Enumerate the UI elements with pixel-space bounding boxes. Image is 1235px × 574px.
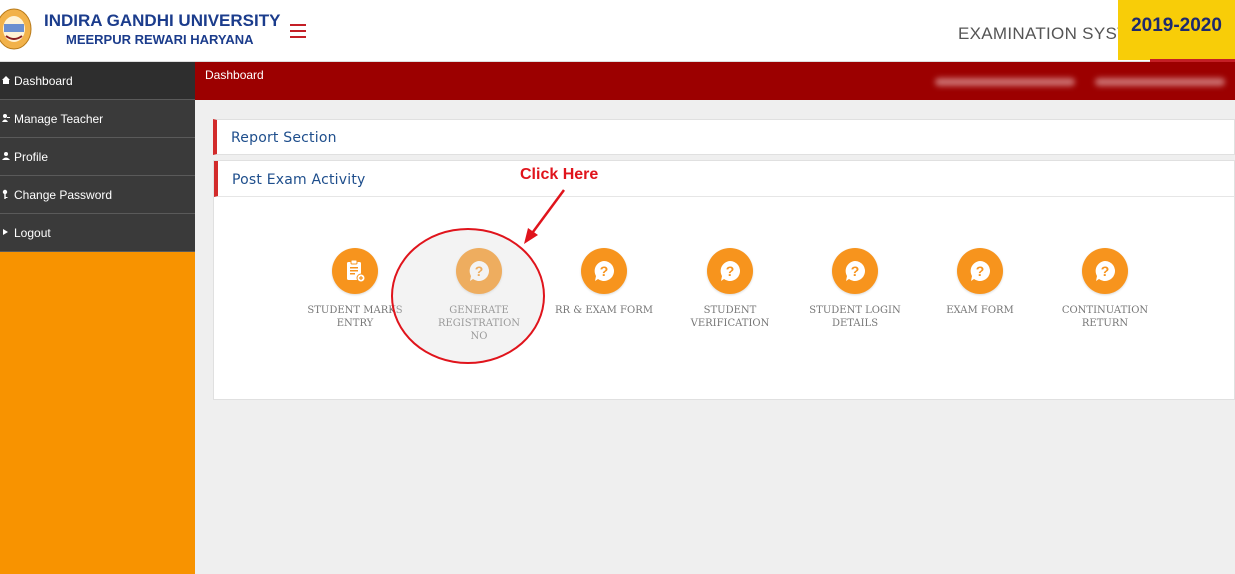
sidebar-menu: Dashboard Manage Teacher Profile Change … [0, 62, 195, 252]
post-exam-title: Post Exam Activity [232, 172, 366, 188]
sidebar-item-profile[interactable]: Profile [0, 138, 195, 176]
question-bubble-icon: ? [707, 248, 753, 294]
tile-label: EXAM FORM [946, 305, 1014, 316]
university-name: INDIRA GANDHI UNIVERSITY [44, 11, 281, 30]
tile-student-marks-entry[interactable]: STUDENT MARKS ENTRY [305, 248, 405, 330]
tile-label: STUDENT LOGIN DETAILS [809, 305, 901, 329]
main-content: Report Section Post Exam Activity STUDEN… [195, 100, 1235, 574]
sidebar-item-label: Manage Teacher [14, 111, 104, 126]
svg-text:?: ? [1101, 263, 1110, 279]
sidebar-item-dashboard[interactable]: Dashboard [0, 62, 195, 100]
sidebar: Dashboard Manage Teacher Profile Change … [0, 62, 195, 574]
system-title: EXAMINATION SYSTEM [958, 24, 1118, 43]
annotation-arrow-icon [520, 186, 570, 246]
report-section[interactable]: Report Section [213, 119, 1235, 155]
sidebar-item-logout[interactable]: Logout [0, 214, 195, 252]
svg-text:?: ? [976, 263, 985, 279]
tile-continuation-return[interactable]: ? CONTINUATION RETURN [1055, 248, 1155, 330]
clipboard-icon [332, 248, 378, 294]
tile-exam-form[interactable]: ? EXAM FORM [930, 248, 1030, 317]
sidebar-item-change-password[interactable]: Change Password [0, 176, 195, 214]
tile-label: CONTINUATION RETURN [1061, 305, 1149, 329]
breadcrumb: Dashboard [205, 68, 264, 82]
tile-label: STUDENT MARKS ENTRY [307, 305, 403, 329]
tile-rr-exam-form[interactable]: ? RR & EXAM FORM [554, 248, 654, 317]
sidebar-item-label: Profile [14, 149, 49, 164]
sidebar-item-label: Dashboard [14, 73, 73, 88]
annotation-highlight-circle [391, 228, 545, 364]
svg-text:?: ? [851, 263, 860, 279]
session-badge: 2019-2020 [1118, 0, 1235, 60]
topbar: Dashboard [195, 62, 1235, 100]
post-exam-panel: Post Exam Activity STUDENT MARKS ENTRY ?… [213, 160, 1235, 400]
svg-text:?: ? [600, 263, 609, 279]
menu-toggle-icon[interactable] [290, 24, 306, 38]
user-icon [2, 151, 10, 161]
tile-label: RR & EXAM FORM [555, 305, 653, 316]
tile-student-verification[interactable]: ? STUDENT VERIFICATION [680, 248, 780, 330]
question-bubble-icon: ? [1082, 248, 1128, 294]
tile-label: STUDENT VERIFICATION [690, 305, 770, 329]
users-icon [2, 113, 10, 123]
question-bubble-icon: ? [832, 248, 878, 294]
post-exam-header[interactable]: Post Exam Activity [214, 161, 1234, 197]
logout-icon [2, 227, 10, 237]
svg-text:?: ? [726, 263, 735, 279]
home-icon [2, 75, 10, 85]
report-section-title: Report Section [231, 130, 337, 146]
page: INDIRA GANDHI UNIVERSITY MEERPUR REWARI … [0, 0, 1235, 574]
annotation-label: Click Here [520, 166, 599, 183]
header: INDIRA GANDHI UNIVERSITY MEERPUR REWARI … [0, 0, 1235, 62]
sidebar-item-label: Logout [14, 225, 51, 240]
blurred-user-info [935, 78, 1075, 86]
sidebar-item-label: Change Password [14, 187, 113, 202]
university-location: MEERPUR REWARI HARYANA [66, 32, 254, 47]
blurred-college-info [1095, 78, 1225, 86]
question-bubble-icon: ? [581, 248, 627, 294]
tile-student-login-details[interactable]: ? STUDENT LOGIN DETAILS [805, 248, 905, 330]
sidebar-item-manage-teacher[interactable]: Manage Teacher [0, 100, 195, 138]
key-icon [2, 189, 10, 199]
question-bubble-icon: ? [957, 248, 1003, 294]
university-logo [0, 6, 38, 52]
